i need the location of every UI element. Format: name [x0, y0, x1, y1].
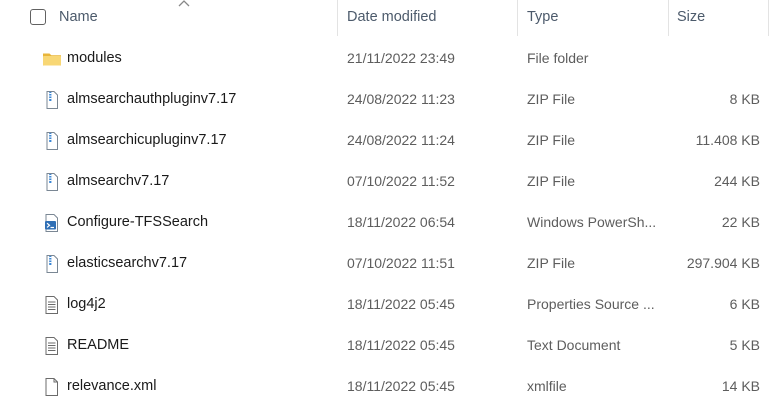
file-date-modified: 18/11/2022 05:45 [347, 296, 455, 312]
file-name: relevance.xml [67, 378, 157, 394]
file-date-modified: 18/11/2022 05:45 [347, 378, 455, 394]
file-type: ZIP File [527, 132, 575, 148]
text-file-icon [42, 295, 62, 315]
file-date-modified: 18/11/2022 06:54 [347, 214, 455, 230]
powershell-script-icon [42, 213, 62, 233]
file-date-modified: 07/10/2022 11:51 [347, 255, 455, 271]
folder-icon [42, 49, 62, 69]
file-row-almsearchv7.17[interactable]: almsearchv7.17 07/10/2022 11:52 ZIP File… [0, 161, 772, 202]
file-row-readme[interactable]: README 18/11/2022 05:45 Text Document 5 … [0, 325, 772, 366]
file-name: almsearchv7.17 [67, 173, 170, 189]
file-type: File folder [527, 50, 589, 66]
file-size: 5 KB [729, 337, 760, 353]
column-header-date-modified[interactable]: Date modified [341, 0, 517, 36]
file-name: modules [67, 50, 122, 66]
file-size [670, 38, 760, 79]
file-type: ZIP File [527, 91, 575, 107]
blank-file-icon [42, 377, 62, 397]
file-row-almsearchauthpluginv7.17[interactable]: almsearchauthpluginv7.17 24/08/2022 11:2… [0, 79, 772, 120]
file-date-modified: 18/11/2022 05:45 [347, 337, 455, 353]
text-file-icon [42, 336, 62, 356]
file-name: Configure-TFSSearch [67, 214, 209, 230]
zip-file-icon [42, 172, 62, 192]
file-date-modified: 07/10/2022 11:52 [347, 173, 455, 189]
zip-file-icon [42, 254, 62, 274]
column-header-name[interactable]: Name [53, 0, 335, 36]
file-size: 11.408 KB [695, 132, 760, 148]
file-size: 297.904 KB [686, 255, 760, 271]
file-type: ZIP File [527, 255, 575, 271]
file-size: 244 KB [714, 173, 760, 189]
file-row-log4j2[interactable]: log4j2 18/11/2022 05:45 Properties Sourc… [0, 284, 772, 325]
file-name: README [67, 337, 130, 353]
column-header-size[interactable]: Size [671, 0, 761, 36]
file-type: ZIP File [527, 173, 575, 189]
file-type: Windows PowerSh... [527, 214, 657, 230]
file-size: 8 KB [729, 91, 760, 107]
file-date-modified: 21/11/2022 23:49 [347, 50, 455, 66]
column-divider[interactable] [768, 0, 769, 36]
file-type: Properties Source ... [527, 296, 655, 312]
column-divider[interactable] [668, 0, 669, 36]
column-header-bar: Name Date modified Type Size [0, 0, 772, 36]
file-row-almsearchicupluginv7.17[interactable]: almsearchicupluginv7.17 24/08/2022 11:24… [0, 120, 772, 161]
file-row-modules[interactable]: modules 21/11/2022 23:49 File folder [0, 38, 772, 79]
file-name: almsearchauthpluginv7.17 [67, 91, 237, 107]
file-row-relevance-xml[interactable]: relevance.xml 18/11/2022 05:45 xmlfile 1… [0, 366, 772, 407]
file-date-modified: 24/08/2022 11:23 [347, 91, 455, 107]
file-name: log4j2 [67, 296, 106, 312]
file-type: Text Document [527, 337, 621, 353]
file-size: 22 KB [721, 214, 760, 230]
column-header-type[interactable]: Type [521, 0, 666, 36]
file-type: xmlfile [527, 378, 567, 394]
file-name: almsearchicupluginv7.17 [67, 132, 227, 148]
zip-file-icon [42, 131, 62, 151]
file-row-elasticsearchv7.17[interactable]: elasticsearchv7.17 07/10/2022 11:51 ZIP … [0, 243, 772, 284]
select-all-checkbox[interactable] [30, 9, 46, 25]
file-row-configure-tfssearch[interactable]: Configure-TFSSearch 18/11/2022 06:54 Win… [0, 202, 772, 243]
file-name: elasticsearchv7.17 [67, 255, 188, 271]
file-size: 6 KB [729, 296, 760, 312]
column-divider[interactable] [337, 0, 338, 36]
file-size: 14 KB [721, 378, 760, 394]
zip-file-icon [42, 90, 62, 110]
file-date-modified: 24/08/2022 11:24 [347, 132, 455, 148]
column-divider[interactable] [517, 0, 518, 36]
